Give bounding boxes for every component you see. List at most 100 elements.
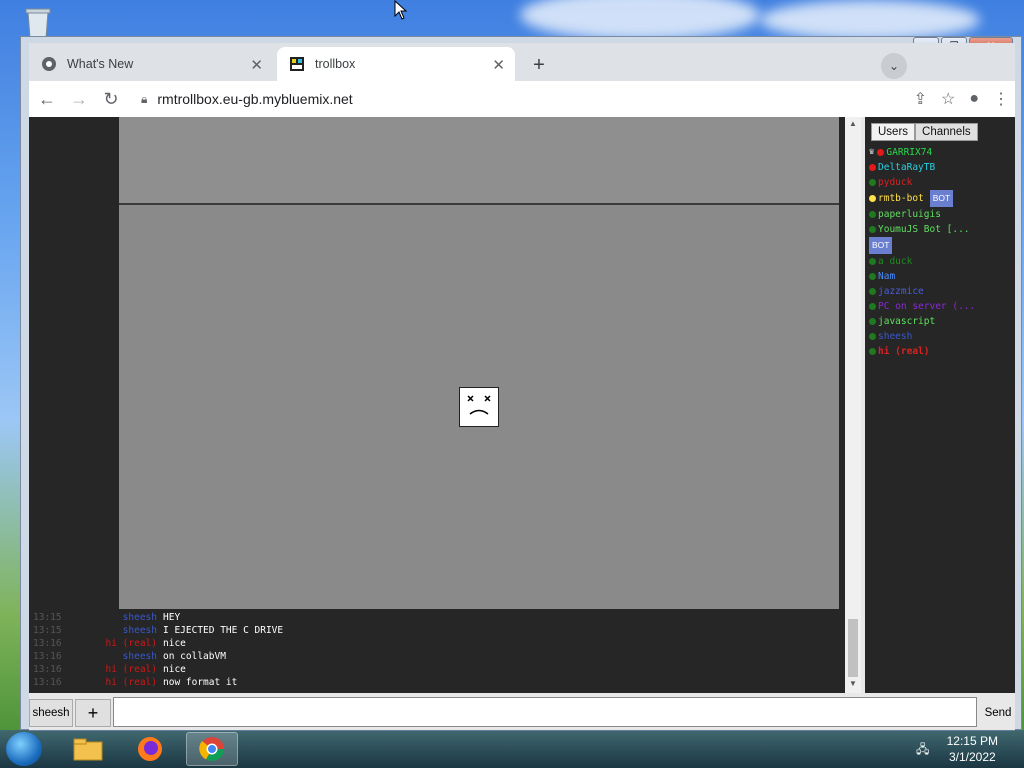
message-time: 13:16 [33,638,62,649]
vm-display-area [29,117,845,611]
user-list-item[interactable]: paperluigis [869,207,1015,222]
new-tab-button[interactable]: + [525,51,553,79]
tab-trollbox[interactable]: trollbox ✕ [277,47,515,81]
scrollbar-thumb[interactable] [848,619,858,677]
taskbar: 🖧 12:15 PM 3/1/2022 [0,730,1024,768]
desktop-cloud [520,0,760,40]
message-nick[interactable]: sheesh [73,611,163,624]
user-list-item[interactable]: Nam [869,269,1015,284]
message-time: 13:15 [33,625,62,636]
start-button[interactable] [6,732,42,766]
status-dot-icon [869,211,876,218]
user-list: ♛ GARRIX74 DeltaRayTB pyduck rmtb-bot BO… [869,145,1015,359]
user-list-item[interactable]: rmtb-bot BOT [869,190,1015,207]
user-name: a duck [878,256,913,267]
close-tab-icon[interactable]: ✕ [250,56,263,74]
chat-message: 13:16 hi (real) nice [29,637,845,650]
message-nick[interactable]: sheesh [73,650,163,663]
user-name: paperluigis [878,209,941,220]
user-name: PC on server (... [878,301,976,312]
user-list-item[interactable]: a duck [869,254,1015,269]
user-list-item[interactable]: PC on server (... [869,299,1015,314]
message-text: I EJECTED THE C DRIVE [163,625,284,636]
status-dot-icon [877,149,885,156]
user-name: sheesh [878,331,913,342]
kebab-menu-icon[interactable]: ⋮ [993,89,1009,109]
recycle-bin-icon[interactable] [20,6,56,40]
user-list-item[interactable]: javascript [869,314,1015,329]
message-time: 13:16 [33,677,62,688]
user-name: jazzmice [878,286,924,297]
message-input[interactable] [113,697,977,727]
status-dot-icon [869,195,876,202]
tab-title: What's New [67,57,134,71]
scroll-down-arrow-icon[interactable]: ▼ [845,679,861,693]
status-dot-icon [869,179,876,186]
back-arrow-icon[interactable]: ← [33,85,61,113]
close-tab-icon[interactable]: ✕ [492,56,505,74]
user-name: pyduck [878,177,913,188]
chat-scrollbar[interactable]: ▲ ▼ [845,117,861,693]
send-button[interactable]: Send [981,699,1015,727]
nickname-button[interactable]: sheesh [29,699,73,727]
user-list-item[interactable]: DeltaRayTB [869,160,1015,175]
chat-message: 13:16 hi (real) nice [29,663,845,676]
browser-window: ▁ ❐ ✕ What's New ✕ trollbox ✕ + ⌄ ← → ↻ … [20,36,1022,731]
chat-message: 13:16 hi (real) now format it [29,676,845,689]
mouse-cursor-icon [394,0,408,20]
chat-message: 13:16 sheesh on collabVM [29,650,845,663]
user-list-item[interactable]: jazzmice [869,284,1015,299]
share-icon[interactable]: ⇪ [914,89,927,109]
chrome-taskbar-icon[interactable] [186,732,238,766]
bot-badge: BOT [929,190,954,207]
user-name: GARRIX74 [886,147,933,158]
profile-avatar-icon[interactable]: ● [969,90,979,108]
tab-search-chevron-icon[interactable]: ⌄ [881,53,907,79]
user-name: YoumuJS Bot [... [878,224,970,235]
forward-arrow-icon[interactable]: → [65,85,93,113]
message-text: HEY [163,612,181,623]
user-list-item[interactable]: YoumuJS Bot [... [869,222,1015,237]
status-dot-icon [869,258,876,265]
reload-icon[interactable]: ↻ [97,85,125,113]
panel-tabs: Users Channels [871,123,978,141]
chrome-icon [41,56,57,72]
message-text: on collabVM [163,651,226,662]
tab-channels[interactable]: Channels [915,123,978,141]
message-nick[interactable]: sheesh [73,624,163,637]
user-list-item[interactable]: pyduck [869,175,1015,190]
message-time: 13:16 [33,651,62,662]
user-name: DeltaRayTB [878,162,936,173]
message-nick[interactable]: hi (real) [73,637,163,650]
scroll-up-arrow-icon[interactable]: ▲ [845,119,861,133]
status-dot-icon [869,333,876,340]
firefox-icon[interactable] [124,732,176,766]
user-name: rmtb-bot [878,193,924,204]
sad-face-icon [459,387,499,427]
user-name: Nam [878,271,896,282]
chat-message: 13:15 sheesh HEY [29,611,845,624]
url-text: rmtrollbox.eu-gb.mybluemix.net [157,91,353,107]
desktop-cloud [760,0,980,40]
clock-date: 3/1/2022 [948,750,996,764]
address-bar[interactable]: 🔒︎ rmtrollbox.eu-gb.mybluemix.net [141,85,1001,113]
tab-whats-new[interactable]: What's New ✕ [29,47,273,81]
message-nick[interactable]: hi (real) [73,663,163,676]
chat-log: 13:15 sheesh HEY 13:15 sheesh I EJECTED … [29,611,845,693]
user-list-item[interactable]: hi (real) [869,344,1015,359]
message-text: nice [163,638,186,649]
tab-users[interactable]: Users [871,123,916,141]
bookmark-star-icon[interactable]: ☆ [941,89,955,109]
message-nick[interactable]: hi (real) [73,676,163,689]
attach-plus-button[interactable]: + [75,699,111,727]
file-explorer-icon[interactable] [62,732,114,766]
tab-strip: What's New ✕ trollbox ✕ + ⌄ [29,43,1015,81]
user-list-item[interactable]: ♛ GARRIX74 [869,145,1015,160]
user-list-item[interactable]: sheesh [869,329,1015,344]
user-name: hi (real) [878,346,930,357]
user-list-item-badge-row: BOT [869,237,1015,254]
network-tray-icon[interactable]: 🖧 [916,740,932,756]
vm-screen[interactable] [119,117,839,609]
page-content: 13:15 sheesh HEY 13:15 sheesh I EJECTED … [29,117,1015,731]
taskbar-clock[interactable]: 12:15 PM 3/1/2022 [947,733,998,765]
